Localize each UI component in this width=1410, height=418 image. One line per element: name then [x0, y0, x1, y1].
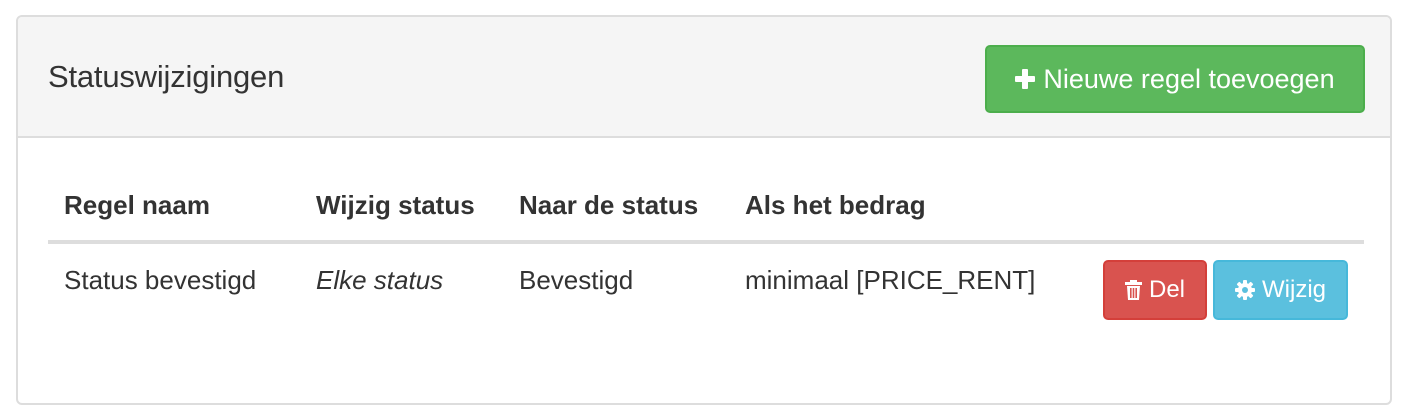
page-title: Statuswijzigingen: [48, 59, 285, 94]
add-rule-button[interactable]: Nieuwe regel toevoegen: [985, 45, 1365, 113]
column-header-amount: Als het bedrag: [745, 190, 926, 220]
cell-change-status: Elke status: [316, 265, 444, 295]
cell-amount-condition: minimaal [PRICE_RENT]: [745, 265, 1036, 295]
panel-heading: Statuswijzigingen Nieuwe regel toevoegen: [18, 17, 1390, 138]
delete-button[interactable]: Del: [1103, 260, 1207, 320]
delete-button-label: Del: [1148, 276, 1185, 303]
gear-icon: [1235, 280, 1255, 300]
cell-to-status: Bevestigd: [519, 265, 634, 295]
add-rule-button-label: Nieuwe regel toevoegen: [1043, 63, 1335, 94]
trash-icon: [1124, 280, 1142, 300]
column-header-to-status: Naar de status: [519, 190, 699, 220]
edit-button[interactable]: Wijzig: [1213, 260, 1348, 320]
column-header-change-status: Wijzig status: [316, 190, 475, 220]
edit-button-label: Wijzig: [1262, 276, 1326, 303]
table-header-divider: [48, 240, 1364, 244]
column-header-rule-name: Regel naam: [64, 190, 210, 220]
status-changes-panel: Statuswijzigingen Nieuwe regel toevoegen…: [16, 15, 1392, 405]
cell-rule-name: Status bevestigd: [64, 265, 257, 295]
plus-icon: [1015, 69, 1036, 89]
